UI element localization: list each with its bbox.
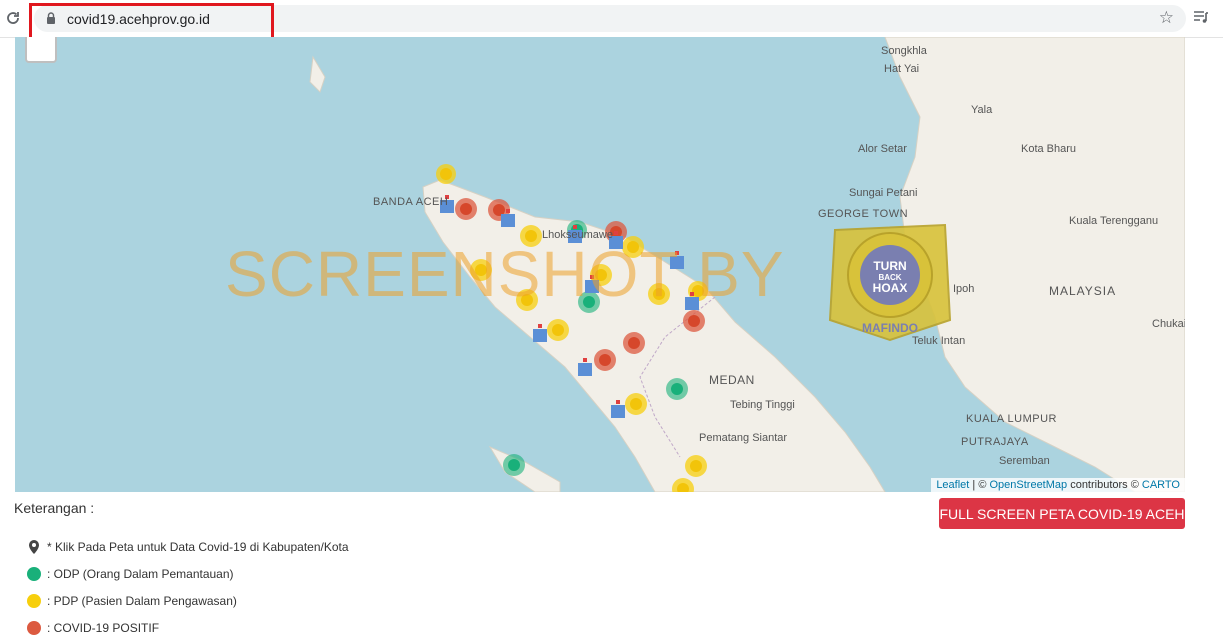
legend-odp-text: : ODP (Orang Dalam Pemantauan) bbox=[47, 567, 234, 581]
covid-map[interactable]: BANDA ACEH Lhokseumawe MEDAN Tebing Ting… bbox=[15, 37, 1185, 492]
label-putrajaya: PUTRAJAYA bbox=[961, 436, 1029, 448]
land-sumatra bbox=[422, 179, 886, 492]
label-hat-yai: Hat Yai bbox=[884, 63, 919, 75]
land-simeulue bbox=[488, 445, 561, 492]
leaflet-link[interactable]: Leaflet bbox=[936, 479, 969, 491]
label-sungai-petani: Sungai Petani bbox=[849, 187, 918, 199]
label-medan: MEDAN bbox=[709, 373, 755, 387]
label-alor-setar: Alor Setar bbox=[858, 143, 907, 155]
odp-dot-icon bbox=[27, 567, 41, 581]
land-weh bbox=[309, 55, 326, 93]
screenshot-watermark: SCREENSHOT BY bbox=[225, 238, 785, 310]
mafindo-logo-icon: TURN BACK HOAX MAFINDO bbox=[828, 223, 952, 342]
label-tebing-tinggi: Tebing Tinggi bbox=[730, 399, 795, 411]
legend-positif-text: : COVID-19 POSITIF bbox=[47, 621, 160, 635]
svg-text:HOAX: HOAX bbox=[873, 281, 908, 295]
label-songkhla: Songkhla bbox=[881, 45, 928, 57]
legend-hint: * Klik Pada Peta untuk Data Covid-19 di … bbox=[27, 538, 349, 556]
reload-icon bbox=[7, 12, 19, 24]
legend-hint-text: * Klik Pada Peta untuk Data Covid-19 di … bbox=[47, 540, 349, 554]
legend-title: Keterangan : bbox=[14, 500, 95, 516]
bookmark-star-icon[interactable]: ☆ bbox=[1159, 8, 1174, 28]
label-george-town: GEORGE TOWN bbox=[818, 208, 908, 220]
zoom-out-button[interactable] bbox=[25, 37, 57, 63]
pdp-dot-icon bbox=[27, 594, 41, 608]
label-yala: Yala bbox=[971, 104, 993, 116]
map-attribution: Leaflet | © OpenStreetMap contributors ©… bbox=[931, 478, 1185, 492]
label-malaysia: MALAYSIA bbox=[1049, 284, 1116, 298]
label-kota-bharu: Kota Bharu bbox=[1021, 143, 1076, 155]
label-seremban: Seremban bbox=[999, 455, 1050, 467]
label-pematang-siantar: Pematang Siantar bbox=[699, 432, 787, 444]
fullscreen-map-button[interactable]: FULL SCREEN PETA COVID-19 ACEH bbox=[939, 498, 1185, 529]
svg-text:MAFINDO: MAFINDO bbox=[862, 321, 918, 335]
label-ipoh: Ipoh bbox=[953, 283, 974, 295]
legend-pdp-text: : PDP (Pasien Dalam Pengawasan) bbox=[47, 594, 237, 608]
svg-text:TURN: TURN bbox=[873, 259, 906, 273]
reading-list-button[interactable] bbox=[1193, 9, 1209, 30]
queue-music-icon bbox=[1194, 11, 1208, 23]
label-banda-aceh: BANDA ACEH bbox=[373, 196, 448, 208]
carto-link[interactable]: CARTO bbox=[1142, 479, 1180, 491]
map-pin-icon bbox=[27, 540, 41, 554]
legend-positif: : COVID-19 POSITIF bbox=[27, 619, 159, 637]
reload-button[interactable] bbox=[3, 8, 23, 28]
positif-dot-icon bbox=[27, 621, 41, 635]
label-chukai: Chukai bbox=[1152, 318, 1185, 330]
legend-pdp: : PDP (Pasien Dalam Pengawasan) bbox=[27, 592, 237, 610]
label-kuala-lumpur: KUALA LUMPUR bbox=[966, 413, 1057, 425]
legend-odp: : ODP (Orang Dalam Pemantauan) bbox=[27, 565, 234, 583]
label-kuala-terengganu: Kuala Terengganu bbox=[1069, 215, 1158, 227]
osm-link[interactable]: OpenStreetMap bbox=[989, 479, 1067, 491]
